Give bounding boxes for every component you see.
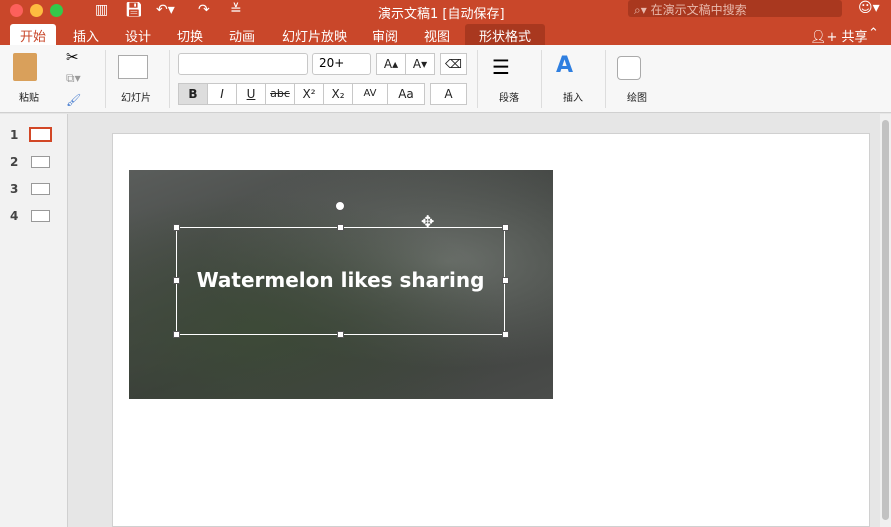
change-case-button[interactable]: Aa [387, 83, 425, 105]
vertical-scrollbar[interactable] [880, 114, 891, 527]
bold-button[interactable]: B [178, 83, 208, 105]
cut-icon[interactable]: ✂ [66, 48, 79, 66]
paragraph-icon[interactable]: ☰ [492, 55, 510, 79]
slide-number: 1 [10, 128, 19, 142]
font-name-select[interactable] [178, 53, 308, 75]
paste-label[interactable]: 粘贴 [19, 89, 39, 104]
slide-thumbnails: 1 2 3 4 [0, 114, 68, 527]
slide-thumbnail-3[interactable] [31, 183, 50, 195]
zoom-button[interactable] [50, 4, 63, 17]
resize-handle[interactable] [502, 224, 509, 231]
draw-label[interactable]: 绘图 [627, 89, 647, 104]
customize-icon[interactable]: ≚ [230, 2, 242, 18]
ribbon: 粘贴 ✂ ⧉▾ 🖌︎ 幻灯片 20+ A▴ A▾ ⌫ B I U abc X² … [0, 45, 891, 113]
insert-label[interactable]: 插入 [563, 89, 583, 104]
tab-slideshow[interactable]: 幻灯片放映 [272, 24, 357, 45]
rotate-handle-icon[interactable] [335, 201, 345, 211]
slide-thumbnail-1[interactable] [29, 127, 52, 142]
smiley-feedback-icon[interactable]: ☺▾ [858, 0, 880, 16]
scrollbar-thumb[interactable] [882, 120, 889, 520]
resize-handle[interactable] [502, 331, 509, 338]
underline-button[interactable]: U [236, 83, 266, 105]
resize-handle[interactable] [173, 224, 180, 231]
resize-handle[interactable] [173, 331, 180, 338]
tab-view[interactable]: 视图 [414, 24, 460, 45]
subscript-button[interactable]: X₂ [323, 83, 353, 105]
resize-handle[interactable] [337, 331, 344, 338]
slide-caption[interactable]: Watermelon likes sharing [176, 268, 505, 292]
tab-insert[interactable]: 插入 [63, 24, 109, 45]
superscript-button[interactable]: X² [294, 83, 324, 105]
strikethrough-button[interactable]: abc [265, 83, 295, 105]
slides-label[interactable]: 幻灯片 [121, 89, 151, 104]
character-spacing-button[interactable]: AV [352, 83, 388, 105]
tab-home[interactable]: 开始 [10, 24, 57, 45]
save-icon[interactable]: 💾︎ [125, 2, 143, 18]
draw-icon[interactable] [617, 56, 641, 80]
tab-review[interactable]: 审阅 [362, 24, 408, 45]
add-person-icon: 👤︎+ [810, 30, 842, 45]
redo-icon[interactable]: ↷ [198, 2, 210, 18]
resize-handle[interactable] [337, 224, 344, 231]
font-size-select[interactable]: 20+ [312, 53, 371, 75]
slide-number: 3 [10, 182, 19, 196]
document-title: 演示文稿1 [自动保存] [378, 7, 505, 22]
copy-icon[interactable]: ⧉▾ [66, 71, 81, 86]
minimize-button[interactable] [30, 4, 43, 17]
slide-number: 4 [10, 209, 19, 223]
move-cursor-icon: ✥ [421, 212, 435, 231]
paragraph-label[interactable]: 段落 [499, 89, 519, 104]
new-slide-icon[interactable] [118, 55, 148, 79]
title-bar: ▥ 💾︎ ↶▾ ↷ ≚ 演示文稿1 [自动保存] ⌕▾ 在演示文稿中搜索 ☺▾ [0, 0, 891, 22]
format-painter-icon[interactable]: 🖌︎ [66, 93, 81, 107]
font-color-button[interactable]: A [430, 83, 467, 105]
slide-number: 2 [10, 155, 19, 169]
sidebar-toggle-icon[interactable]: ▥ [95, 2, 108, 18]
tab-design[interactable]: 设计 [115, 24, 161, 45]
insert-textbox-icon[interactable]: A [556, 53, 573, 78]
search-input[interactable]: ⌕▾ 在演示文稿中搜索 [628, 0, 842, 17]
close-button[interactable] [10, 4, 23, 17]
paste-icon[interactable] [13, 53, 37, 81]
tab-animations[interactable]: 动画 [219, 24, 265, 45]
grow-font-button[interactable]: A▴ [376, 53, 406, 75]
slide-thumbnail-2[interactable] [31, 156, 50, 168]
shrink-font-button[interactable]: A▾ [405, 53, 435, 75]
collapse-ribbon-icon[interactable]: ⌃ [858, 24, 889, 45]
tab-shape-format[interactable]: 形状格式 [465, 24, 546, 45]
ribbon-tabs: 开始 插入 设计 切换 动画 幻灯片放映 审阅 视图 形状格式 👤︎+ 共享 ⌃ [0, 22, 891, 45]
clear-formatting-icon[interactable]: ⌫ [440, 53, 467, 75]
italic-button[interactable]: I [207, 83, 237, 105]
tab-transitions[interactable]: 切换 [167, 24, 213, 45]
undo-icon[interactable]: ↶▾ [156, 2, 175, 18]
slide-thumbnail-4[interactable] [31, 210, 50, 222]
search-icon: ⌕▾ [634, 3, 651, 17]
